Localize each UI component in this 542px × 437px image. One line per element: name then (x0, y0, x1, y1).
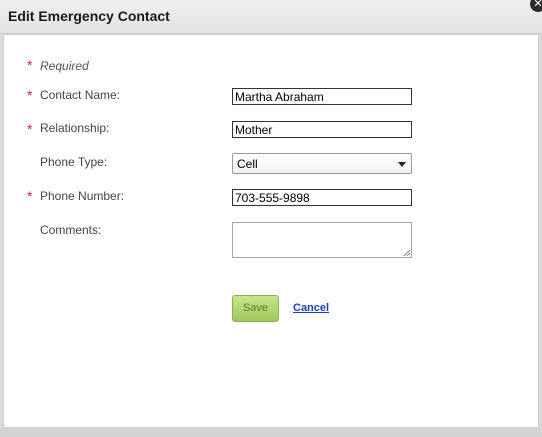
required-asterisk: * (27, 87, 33, 103)
contact-name-field[interactable] (232, 88, 412, 105)
relationship-field[interactable] (232, 121, 412, 138)
required-asterisk: * (27, 188, 33, 204)
comments-label: Comments: (40, 223, 102, 237)
dialog-title-bar: Edit Emergency Contact (0, 0, 542, 34)
edit-emergency-contact-dialog: Edit Emergency Contact ✕ * Required * Co… (0, 0, 542, 437)
required-note: Required (40, 59, 89, 73)
chevron-down-icon (398, 162, 406, 167)
phone-type-selected-value: Cell (237, 157, 258, 171)
phone-number-field[interactable] (232, 189, 412, 206)
required-asterisk: * (27, 121, 33, 137)
resize-grip-icon[interactable] (403, 249, 410, 256)
comments-textarea[interactable] (232, 222, 412, 258)
phone-type-label: Phone Type: (40, 155, 108, 169)
required-asterisk: * (27, 57, 33, 73)
relationship-label: Relationship: (40, 121, 110, 135)
phone-type-select[interactable]: Cell (232, 153, 412, 174)
contact-name-label: Contact Name: (40, 88, 121, 102)
phone-number-label: Phone Number: (40, 189, 125, 203)
dialog-footer-bar (0, 428, 542, 437)
save-button[interactable]: Save (232, 295, 279, 322)
dialog-body: * Required * Contact Name: * Relationshi… (3, 34, 539, 428)
cancel-link[interactable]: Cancel (293, 302, 329, 314)
dialog-title: Edit Emergency Contact (8, 8, 170, 24)
